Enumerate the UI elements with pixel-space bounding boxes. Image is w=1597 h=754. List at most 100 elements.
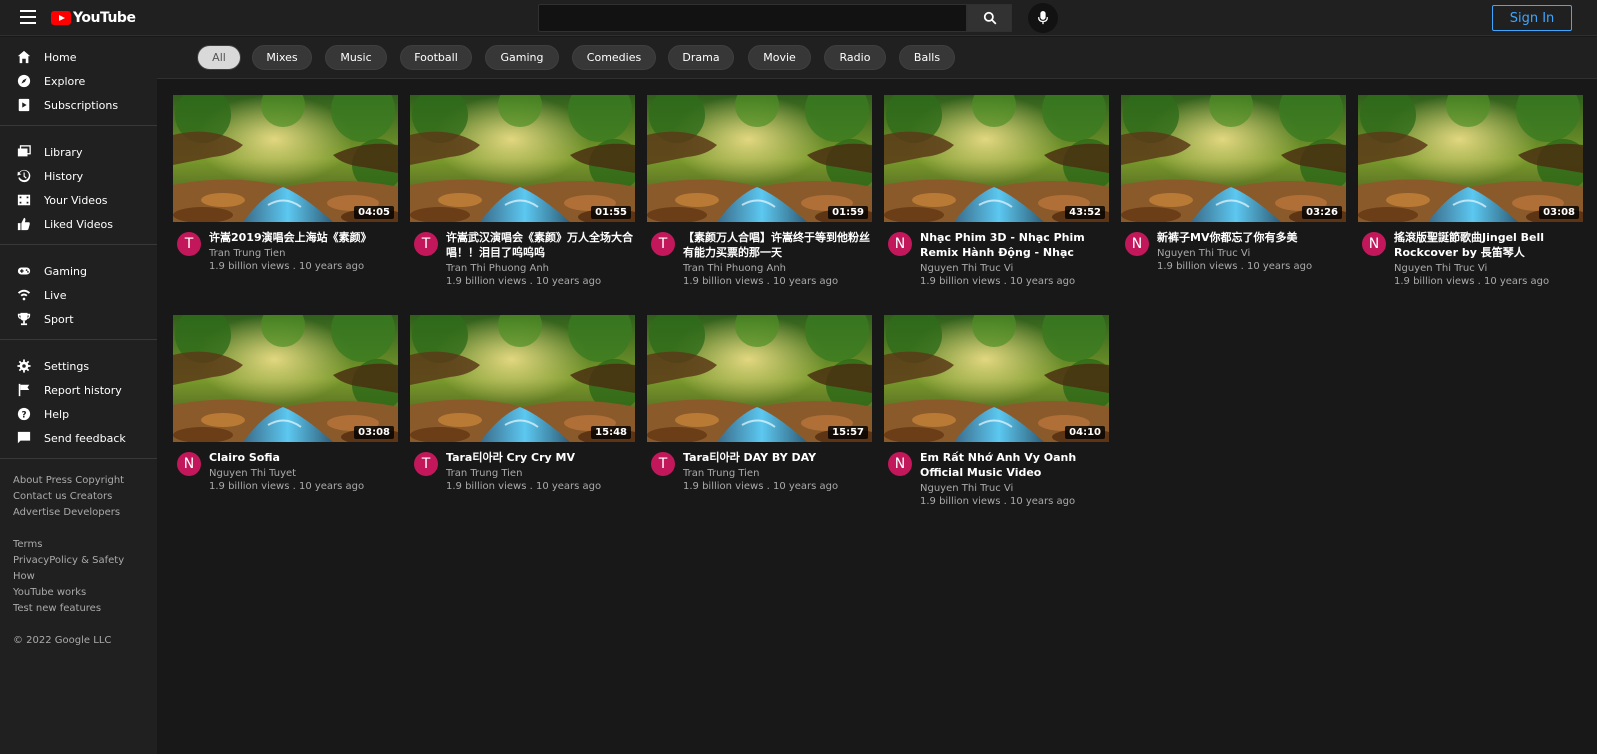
sidebar-item-library[interactable]: Library bbox=[0, 140, 157, 164]
chip-mixes[interactable]: Mixes bbox=[252, 45, 312, 70]
video-thumbnail[interactable]: 04:10 bbox=[884, 315, 1109, 442]
search-button[interactable] bbox=[967, 4, 1012, 32]
footer-link[interactable]: Test new features bbox=[13, 601, 144, 617]
video-thumbnail[interactable]: 03:08 bbox=[1358, 95, 1583, 222]
footer-link[interactable]: PrivacyPolicy & Safety bbox=[13, 553, 144, 569]
channel-avatar[interactable]: N bbox=[888, 232, 912, 256]
video-thumbnail[interactable]: 15:48 bbox=[410, 315, 635, 442]
sidebar-item-sport[interactable]: Sport bbox=[0, 307, 157, 331]
channel-avatar[interactable]: N bbox=[1125, 232, 1149, 256]
video-card[interactable]: 15:57 T Tara티아라 DAY BY DAY Tran Trung Tien 1… bbox=[647, 315, 872, 492]
chip-movie[interactable]: Movie bbox=[748, 45, 811, 70]
video-card[interactable]: 15:48 T Tara티아라 Cry Cry MV Tran Trung Tien 1… bbox=[410, 315, 635, 492]
footer-link[interactable]: Advertise Developers bbox=[13, 505, 144, 521]
sidebar-item-help[interactable]: ? Help bbox=[0, 402, 157, 426]
video-title[interactable]: 许嵩2019演唱会上海站《素颜》 bbox=[209, 230, 398, 245]
video-card[interactable]: 04:10 N Em Rất Nhớ Anh Vy Oanh Official Mu… bbox=[884, 315, 1109, 507]
video-card[interactable]: 03:08 N Clairo Sofia Nguyen Thi Tuyet 1.9 bi… bbox=[173, 315, 398, 492]
video-title[interactable]: 【素颜万人合唱】许嵩终于等到他粉丝有能力买票的那一天 bbox=[683, 230, 872, 260]
channel-name[interactable]: Nguyen Thi Truc Vi bbox=[920, 263, 1109, 274]
footer-link[interactable]: Terms bbox=[13, 537, 144, 553]
video-title[interactable]: Clairo Sofia bbox=[209, 450, 398, 465]
video-title[interactable]: Tara티아라 Cry Cry MV bbox=[446, 450, 635, 465]
logo-text: YouTube bbox=[73, 10, 136, 26]
channel-avatar[interactable]: T bbox=[414, 232, 438, 256]
channel-name[interactable]: Nguyen Thi Truc Vi bbox=[1157, 248, 1346, 259]
footer-link[interactable]: About Press Copyright bbox=[13, 473, 144, 489]
channel-avatar[interactable]: T bbox=[651, 452, 675, 476]
footer-link[interactable]: How bbox=[13, 569, 144, 585]
compass-icon bbox=[16, 73, 32, 89]
video-stats: 1.9 billion views . 10 years ago bbox=[683, 276, 839, 287]
sidebar-item-home[interactable]: Home bbox=[0, 45, 157, 69]
channel-avatar[interactable]: N bbox=[177, 452, 201, 476]
video-title[interactable]: Em Rất Nhớ Anh Vy Oanh Official Music Vi… bbox=[920, 450, 1109, 480]
video-title[interactable]: Tara티아라 DAY BY DAY bbox=[683, 450, 872, 465]
video-thumbnail[interactable]: 01:55 bbox=[410, 95, 635, 222]
channel-name[interactable]: Tran Trung Tien bbox=[446, 468, 635, 479]
chip-radio[interactable]: Radio bbox=[824, 45, 886, 70]
channel-avatar[interactable]: N bbox=[1362, 232, 1386, 256]
video-card[interactable]: 03:08 N 搖滾版聖誕節歌曲Jingel Bell Rockcover by 長… bbox=[1358, 95, 1583, 287]
sidebar-item-live[interactable]: Live bbox=[0, 283, 157, 307]
video-title[interactable]: Nhạc Phim 3D - Nhạc Phim Remix Hành Động… bbox=[920, 230, 1109, 260]
sidebar-item-report-history[interactable]: Report history bbox=[0, 378, 157, 402]
video-thumbnail[interactable]: 43:52 bbox=[884, 95, 1109, 222]
video-stats: 1.9 billion views . 10 years ago bbox=[1157, 261, 1313, 272]
sidebar-section-library: Library History Your Videos Liked Videos bbox=[0, 126, 157, 245]
channel-avatar[interactable]: T bbox=[414, 452, 438, 476]
video-title[interactable]: 搖滾版聖誕節歌曲Jingel Bell Rockcover by 長笛琴人 bbox=[1394, 230, 1583, 260]
chip-football[interactable]: Football bbox=[400, 45, 472, 70]
chip-gaming[interactable]: Gaming bbox=[485, 45, 559, 70]
video-duration: 03:08 bbox=[354, 426, 394, 439]
video-thumbnail[interactable]: 15:57 bbox=[647, 315, 872, 442]
channel-name[interactable]: Nguyen Thi Truc Vi bbox=[1394, 263, 1583, 274]
sidebar-item-explore[interactable]: Explore bbox=[0, 69, 157, 93]
footer-link[interactable]: YouTube works bbox=[13, 585, 144, 601]
channel-avatar[interactable]: T bbox=[651, 232, 675, 256]
video-card[interactable]: 43:52 N Nhạc Phim 3D - Nhạc Phim Remix Hàn… bbox=[884, 95, 1109, 287]
menu-icon[interactable] bbox=[20, 10, 36, 24]
video-duration: 01:59 bbox=[828, 206, 868, 219]
video-duration: 03:08 bbox=[1539, 206, 1579, 219]
footer-link[interactable]: Contact us Creators bbox=[13, 489, 144, 505]
chip-all[interactable]: All bbox=[197, 45, 241, 70]
search-input[interactable] bbox=[538, 4, 967, 32]
chip-comedies[interactable]: Comedies bbox=[572, 45, 656, 70]
channel-avatar[interactable]: N bbox=[888, 452, 912, 476]
video-card[interactable]: 03:26 N 新裤子MV你都忘了你有多美 Nguyen Thi Truc Vi 1.9… bbox=[1121, 95, 1346, 272]
sidebar-item-your-videos[interactable]: Your Videos bbox=[0, 188, 157, 212]
channel-avatar[interactable]: T bbox=[177, 232, 201, 256]
sidebar-item-history[interactable]: History bbox=[0, 164, 157, 188]
channel-name[interactable]: Tran Trung Tien bbox=[209, 248, 398, 259]
video-thumbnail[interactable]: 01:59 bbox=[647, 95, 872, 222]
video-title[interactable]: 许嵩武汉演唱会《素颜》万人全场大合唱！！泪目了呜呜呜 bbox=[446, 230, 635, 260]
library-icon bbox=[16, 144, 32, 160]
chip-balls[interactable]: Balls bbox=[899, 45, 955, 70]
sidebar-item-gaming[interactable]: Gaming bbox=[0, 259, 157, 283]
video-thumbnail[interactable]: 04:05 bbox=[173, 95, 398, 222]
sidebar-item-label: Gaming bbox=[44, 264, 87, 278]
sidebar-item-liked-videos[interactable]: Liked Videos bbox=[0, 212, 157, 236]
chip-music[interactable]: Music bbox=[325, 45, 387, 70]
video-title[interactable]: 新裤子MV你都忘了你有多美 bbox=[1157, 230, 1346, 245]
video-card[interactable]: 04:05 T 许嵩2019演唱会上海站《素颜》 Tran Trung Tien 1.9… bbox=[173, 95, 398, 272]
youtube-logo[interactable]: YouTube bbox=[51, 10, 136, 26]
sidebar-item-subscriptions[interactable]: Subscriptions bbox=[0, 93, 157, 117]
channel-name[interactable]: Nguyen Thi Truc Vi bbox=[920, 483, 1109, 494]
video-card[interactable]: 01:55 T 许嵩武汉演唱会《素颜》万人全场大合唱！！泪目了呜呜呜 Tran Thi… bbox=[410, 95, 635, 287]
video-thumbnail[interactable]: 03:26 bbox=[1121, 95, 1346, 222]
channel-name[interactable]: Tran Thi Phuong Anh bbox=[683, 263, 872, 274]
sidebar-item-send-feedback[interactable]: Send feedback bbox=[0, 426, 157, 450]
sidebar-item-settings[interactable]: Settings bbox=[0, 354, 157, 378]
video-card[interactable]: 01:59 T 【素颜万人合唱】许嵩终于等到他粉丝有能力买票的那一天 Tran Thi… bbox=[647, 95, 872, 287]
channel-name[interactable]: Tran Trung Tien bbox=[683, 468, 872, 479]
video-stats: 1.9 billion views . 10 years ago bbox=[1394, 276, 1550, 287]
channel-name[interactable]: Tran Thi Phuong Anh bbox=[446, 263, 635, 274]
chip-drama[interactable]: Drama bbox=[668, 45, 734, 70]
subscriptions-icon bbox=[16, 97, 32, 113]
video-thumbnail[interactable]: 03:08 bbox=[173, 315, 398, 442]
voice-search-button[interactable] bbox=[1028, 3, 1058, 33]
sign-in-button[interactable]: Sign In bbox=[1492, 5, 1572, 31]
channel-name[interactable]: Nguyen Thi Tuyet bbox=[209, 468, 398, 479]
